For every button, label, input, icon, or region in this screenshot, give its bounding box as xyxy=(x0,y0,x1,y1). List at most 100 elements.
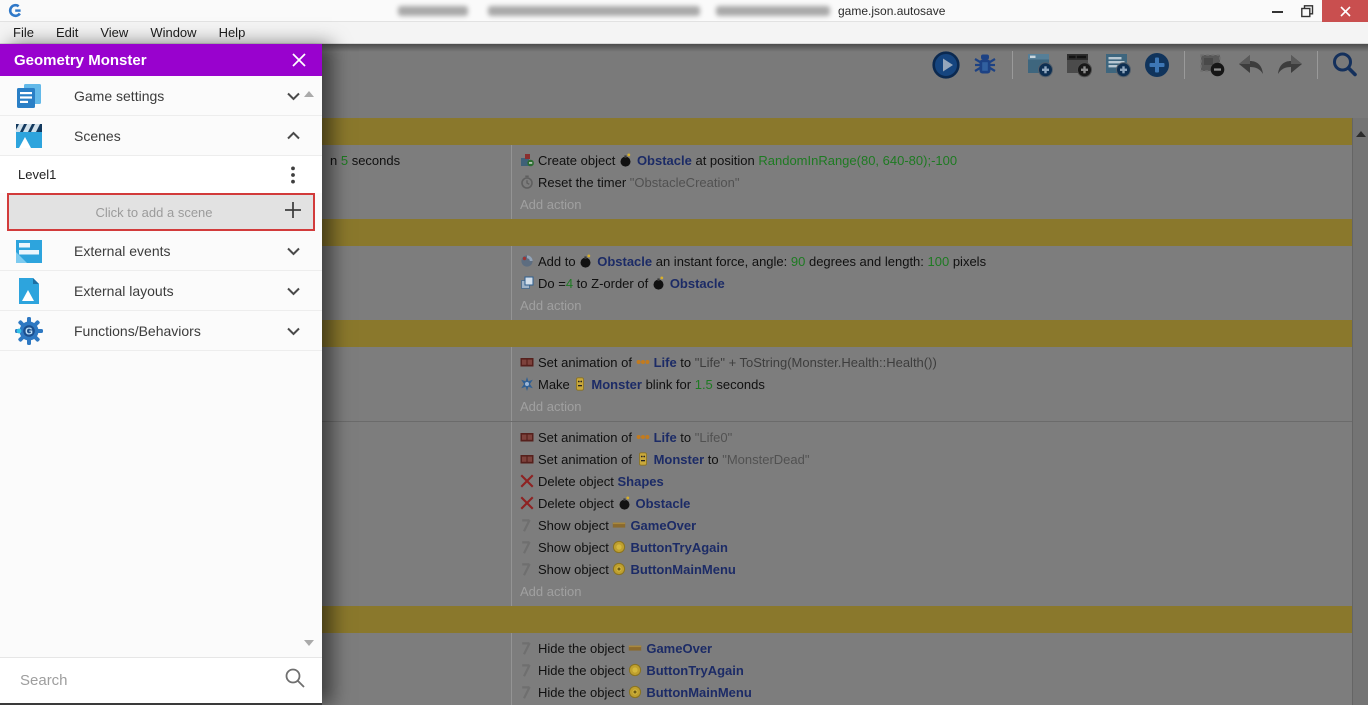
conditions-cell[interactable]: n 5 seconds xyxy=(322,145,512,219)
menu-file[interactable]: File xyxy=(2,22,45,43)
conditions-cell[interactable] xyxy=(322,633,512,705)
close-window-button[interactable] xyxy=(1322,0,1368,22)
event-group-bar[interactable] xyxy=(322,606,1352,633)
sentence-text: "ObstacleCreation" xyxy=(629,175,740,190)
sentence-text: blink for xyxy=(641,377,695,392)
conditions-cell[interactable] xyxy=(322,422,512,606)
search-input[interactable] xyxy=(20,672,284,689)
add-comment-icon[interactable] xyxy=(1103,50,1133,80)
menu-view[interactable]: View xyxy=(89,22,139,43)
events-scrollbar[interactable] xyxy=(1352,118,1368,705)
sentence-text: an instant force, angle: xyxy=(652,254,791,269)
action-line[interactable]: Make Monster blink for 1.5 seconds xyxy=(520,374,1352,396)
action-line[interactable]: Set animation of Life to "Life" + ToStri… xyxy=(520,352,1352,374)
sentence-text: Set animation of xyxy=(538,430,636,445)
action-line[interactable]: Hide the object ButtonTryAgain xyxy=(520,660,1352,682)
actions-cell: Create object Obstacle at position Rando… xyxy=(512,145,1352,219)
action-line[interactable]: Show object ButtonTryAgain xyxy=(520,537,1352,559)
sentence-text: Add action xyxy=(520,197,582,212)
event-row: Hide the object GameOver Hide the object … xyxy=(322,633,1352,705)
project-title: Geometry Monster xyxy=(14,51,147,69)
toolbar-search-icon[interactable] xyxy=(1330,50,1360,80)
undo-icon[interactable] xyxy=(1236,50,1266,80)
object-name: GameOver xyxy=(630,518,697,533)
close-icon[interactable] xyxy=(288,49,310,71)
toolbar-separator xyxy=(1184,51,1185,79)
sidebar-item-label: Game settings xyxy=(74,87,165,104)
scene-name: Level1 xyxy=(18,167,57,182)
delete-event-icon[interactable] xyxy=(1197,50,1227,80)
sentence-text: pixels xyxy=(949,254,987,269)
sidebar-item-external-layouts[interactable]: External layouts xyxy=(0,271,322,311)
conditions-cell[interactable] xyxy=(322,347,512,421)
play-icon[interactable] xyxy=(931,50,961,80)
action-line[interactable]: Reset the timer "ObstacleCreation" xyxy=(520,172,1352,194)
app-window: game.json.autosave File Edit View Window Hel… xyxy=(0,0,1368,705)
add-action-button[interactable]: Add action xyxy=(520,194,1352,216)
events-toolbar xyxy=(931,50,1360,80)
action-line[interactable]: Delete object Obstacle xyxy=(520,493,1352,515)
add-action-button[interactable]: Add action xyxy=(520,396,1352,418)
event-group-bar[interactable] xyxy=(322,320,1352,347)
scene-menu-button[interactable] xyxy=(282,165,304,185)
sentence-text: Hide the object xyxy=(538,663,629,678)
action-line[interactable]: Set animation of Life to "Life0" xyxy=(520,427,1352,449)
add-action-button[interactable]: Add action xyxy=(520,581,1352,603)
sentence-text: Add to xyxy=(538,254,580,269)
action-line[interactable]: Show object GameOver xyxy=(520,515,1352,537)
add-circle-icon[interactable] xyxy=(1142,50,1172,80)
menu-edit[interactable]: Edit xyxy=(45,22,89,43)
redacted-title-text xyxy=(716,6,830,16)
sidebar-item-game-settings[interactable]: Game settings xyxy=(0,76,322,116)
menu-help[interactable]: Help xyxy=(208,22,257,43)
action-line[interactable]: Set animation of Monster to "MonsterDead… xyxy=(520,449,1352,471)
action-line[interactable]: Add to Obstacle an instant force, angle:… xyxy=(520,251,1352,273)
sidebar-item-functions-behaviors[interactable]: G Functions/Behaviors xyxy=(0,311,322,351)
sidebar-item-external-events[interactable]: External events xyxy=(0,231,322,271)
action-button-dark-icon xyxy=(612,562,630,577)
action-line[interactable]: Hide the object GameOver xyxy=(520,638,1352,660)
action-button-icon xyxy=(628,663,646,678)
conditions-cell[interactable] xyxy=(322,246,512,320)
add-subevent-icon[interactable] xyxy=(1064,50,1094,80)
add-scene-button[interactable]: Click to add a scene xyxy=(7,193,315,231)
sidebar-scroll-down-icon[interactable] xyxy=(304,633,314,651)
add-event-icon[interactable] xyxy=(1025,50,1055,80)
action-line[interactable]: Show object ButtonMainMenu xyxy=(520,559,1352,581)
action-visibility-icon xyxy=(520,641,538,656)
sidebar-scroll-up-icon[interactable] xyxy=(304,84,314,102)
action-obstacle-icon xyxy=(619,153,637,168)
chevron-up-icon xyxy=(278,131,308,141)
condition-line[interactable]: n 5 seconds xyxy=(330,150,511,172)
gdevelop-logo-icon xyxy=(8,3,23,23)
sentence-text: Delete object xyxy=(538,496,618,511)
restore-button[interactable] xyxy=(1292,0,1322,22)
sentence-text: at position xyxy=(691,153,759,168)
event-group-bar[interactable] xyxy=(322,118,1352,145)
action-line[interactable]: Create object Obstacle at position Rando… xyxy=(520,150,1352,172)
redacted-title-text xyxy=(398,6,468,16)
minimize-button[interactable] xyxy=(1262,0,1292,22)
sentence-text: Show object xyxy=(538,518,613,533)
add-action-button[interactable]: Add action xyxy=(520,295,1352,317)
sentence-text: "Life0" xyxy=(694,430,733,445)
menu-window[interactable]: Window xyxy=(139,22,207,43)
debug-icon[interactable] xyxy=(970,50,1000,80)
action-monster-icon xyxy=(573,377,591,392)
sidebar-item-scenes[interactable]: Scenes xyxy=(0,116,322,156)
scroll-up-icon[interactable] xyxy=(1356,124,1366,142)
action-line[interactable]: Do =4 to Z-order of Obstacle xyxy=(520,273,1352,295)
menubar: File Edit View Window Help xyxy=(0,22,1368,44)
action-force-icon xyxy=(520,254,538,269)
sentence-text: n xyxy=(330,153,341,168)
action-visibility-icon xyxy=(520,540,538,555)
action-line[interactable]: Hide the object ButtonMainMenu xyxy=(520,682,1352,704)
action-line[interactable]: Delete object Shapes xyxy=(520,471,1352,493)
actions-cell: Set animation of Life to "Life0" Set anim… xyxy=(512,422,1352,606)
scene-item-level1[interactable]: Level1 xyxy=(0,156,322,193)
event-group-bar[interactable] xyxy=(322,219,1352,246)
sidebar-item-label: External events xyxy=(74,242,171,259)
redo-icon[interactable] xyxy=(1275,50,1305,80)
sentence-text: Hide the object xyxy=(538,685,629,700)
object-name: Life xyxy=(653,355,677,370)
